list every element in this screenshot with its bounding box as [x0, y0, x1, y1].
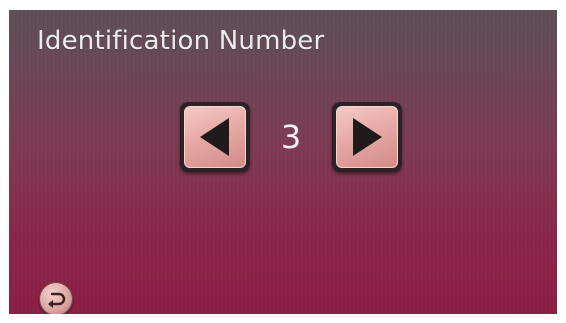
back-button[interactable] [39, 282, 73, 314]
decrement-button[interactable] [180, 102, 250, 172]
triangle-right-icon [353, 118, 382, 156]
return-arrow-icon [48, 292, 66, 308]
page-title: Identification Number [37, 26, 325, 56]
increment-button-face [336, 106, 398, 168]
triangle-left-icon [200, 118, 229, 156]
increment-button[interactable] [332, 102, 402, 172]
identification-number-stepper: 3 [180, 102, 402, 176]
decrement-button-face [184, 106, 246, 168]
identification-number-value: 3 [280, 118, 302, 156]
screen: Identification Number 3 [9, 10, 557, 314]
